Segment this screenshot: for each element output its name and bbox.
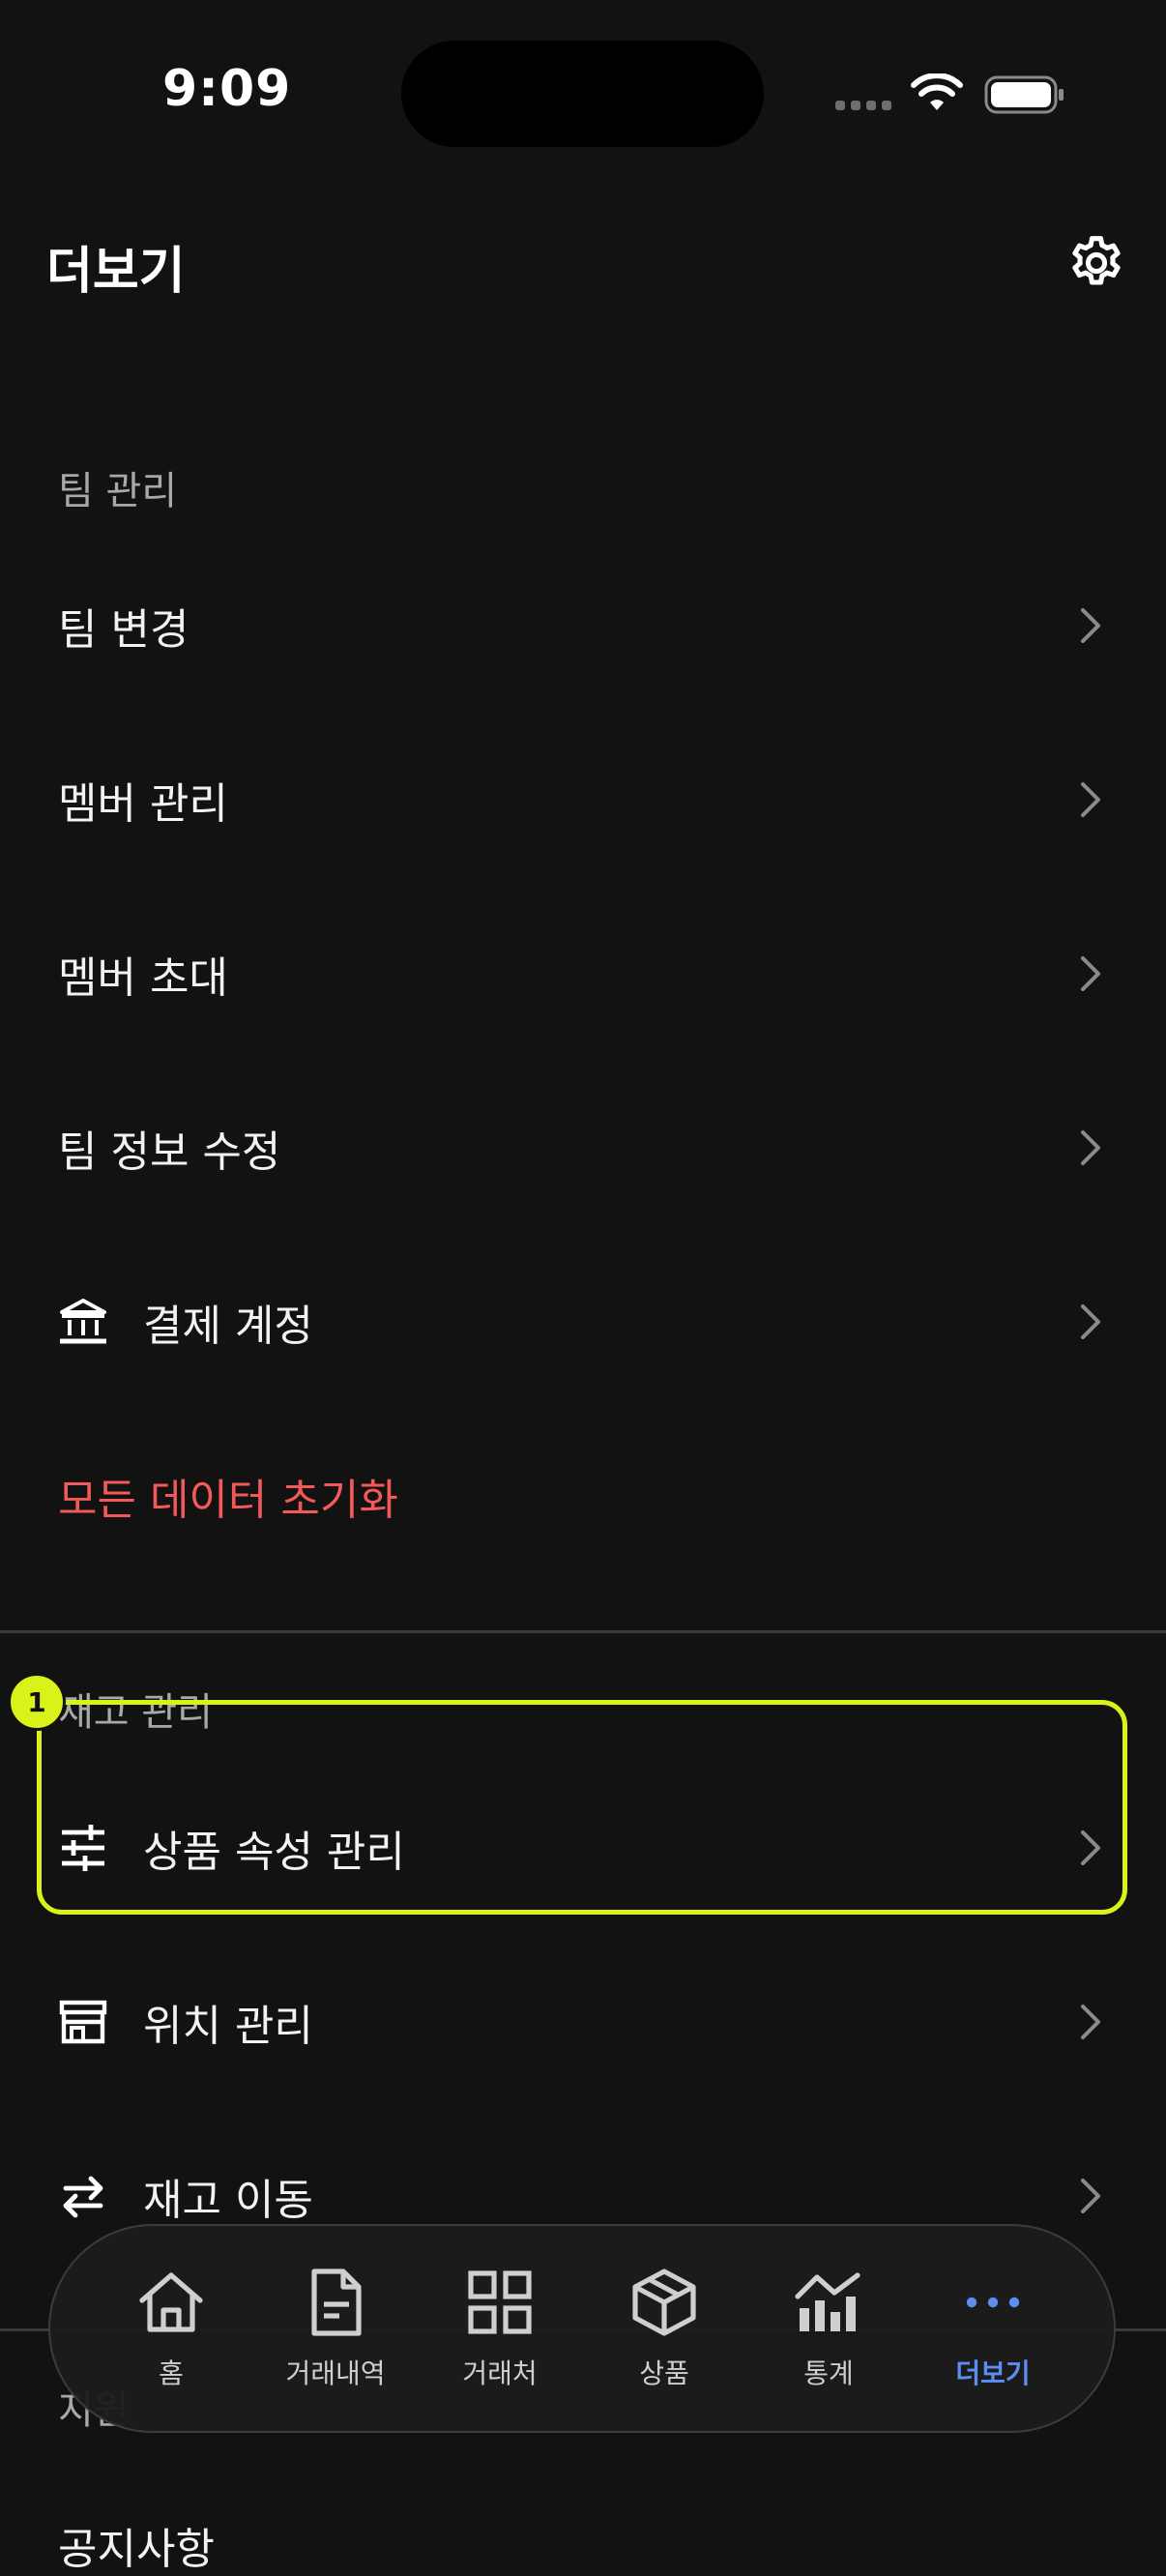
tab-label: 거래내역 (285, 2357, 386, 2389)
menu-item-product-attributes[interactable]: 상품 속성 관리 (0, 1775, 1166, 1920)
store-icon (58, 1997, 108, 2047)
chart-icon (795, 2272, 860, 2331)
section-title-team: 팀 관리 (58, 469, 178, 513)
menu-item-label: 결제 계정 (143, 1302, 313, 1351)
dynamic-island (401, 41, 764, 147)
menu-item-notice[interactable]: 공지사항 (58, 2514, 215, 2576)
page-title: 더보기 (46, 243, 186, 301)
gear-icon (1072, 236, 1121, 285)
bank-icon (58, 1297, 108, 1347)
document-icon (311, 2269, 362, 2336)
status-bar: 9:09 (0, 0, 1166, 193)
chevron-right-icon (1081, 608, 1100, 643)
chevron-right-icon (1081, 1304, 1100, 1339)
reset-all-data-label: 모든 데이터 초기화 (58, 1476, 398, 1525)
menu-item-label: 멤버 초대 (58, 953, 228, 1003)
chevron-right-icon (1081, 1830, 1100, 1865)
tab-clients[interactable]: 거래처 (423, 2246, 577, 2411)
sliders-icon (58, 1823, 108, 1873)
chevron-right-icon (1081, 782, 1100, 817)
tab-transactions[interactable]: 거래내역 (258, 2246, 413, 2411)
tab-label: 거래처 (462, 2357, 538, 2389)
menu-item-label: 위치 관리 (143, 2002, 313, 2051)
cellular-signal-icon (835, 101, 891, 110)
wifi-icon (911, 73, 963, 110)
highlight-badge: 1 (8, 1673, 66, 1731)
chevron-right-icon (1081, 956, 1100, 991)
tab-products[interactable]: 상품 (587, 2246, 742, 2411)
menu-item-label: 재고 이동 (143, 2176, 313, 2225)
menu-item-payment-account[interactable]: 결제 계정 (0, 1249, 1166, 1394)
tab-more[interactable]: 더보기 (916, 2246, 1070, 2411)
battery-icon (984, 75, 1064, 114)
menu-item-label: 팀 변경 (58, 605, 189, 655)
more-icon (966, 2297, 1020, 2308)
status-time: 9:09 (162, 60, 292, 118)
settings-button[interactable] (1060, 226, 1133, 300)
tab-label: 홈 (159, 2357, 184, 2389)
tab-label: 통계 (803, 2357, 854, 2389)
tab-bar: 홈 거래내역 거래처 상품 통계 더보기 (48, 2224, 1116, 2433)
section-title-inventory: 재고 관리 (58, 1690, 213, 1735)
grid-icon (468, 2270, 532, 2334)
transfer-icon (58, 2171, 108, 2221)
header: 더보기 (0, 213, 1166, 309)
section-divider (0, 1630, 1166, 1633)
box-icon (632, 2269, 696, 2336)
tab-home[interactable]: 홈 (94, 2246, 248, 2411)
tab-label: 더보기 (955, 2357, 1031, 2389)
tab-statistics[interactable]: 통계 (751, 2246, 906, 2411)
home-icon (139, 2272, 203, 2332)
menu-item-change-team[interactable]: 팀 변경 (0, 553, 1166, 698)
chevron-right-icon (1081, 1130, 1100, 1165)
reset-all-data-button[interactable]: 모든 데이터 초기화 (0, 1423, 1166, 1568)
menu-item-edit-team-info[interactable]: 팀 정보 수정 (0, 1075, 1166, 1220)
menu-item-location-management[interactable]: 위치 관리 (0, 1949, 1166, 2094)
tab-label: 상품 (639, 2357, 689, 2389)
chevron-right-icon (1081, 2179, 1100, 2213)
menu-item-member-management[interactable]: 멤버 관리 (0, 727, 1166, 872)
menu-item-label: 멤버 관리 (58, 779, 228, 829)
chevron-right-icon (1081, 2005, 1100, 2039)
menu-item-label: 상품 속성 관리 (143, 1828, 405, 1877)
menu-item-label: 팀 정보 수정 (58, 1127, 281, 1177)
menu-item-member-invite[interactable]: 멤버 초대 (0, 901, 1166, 1046)
